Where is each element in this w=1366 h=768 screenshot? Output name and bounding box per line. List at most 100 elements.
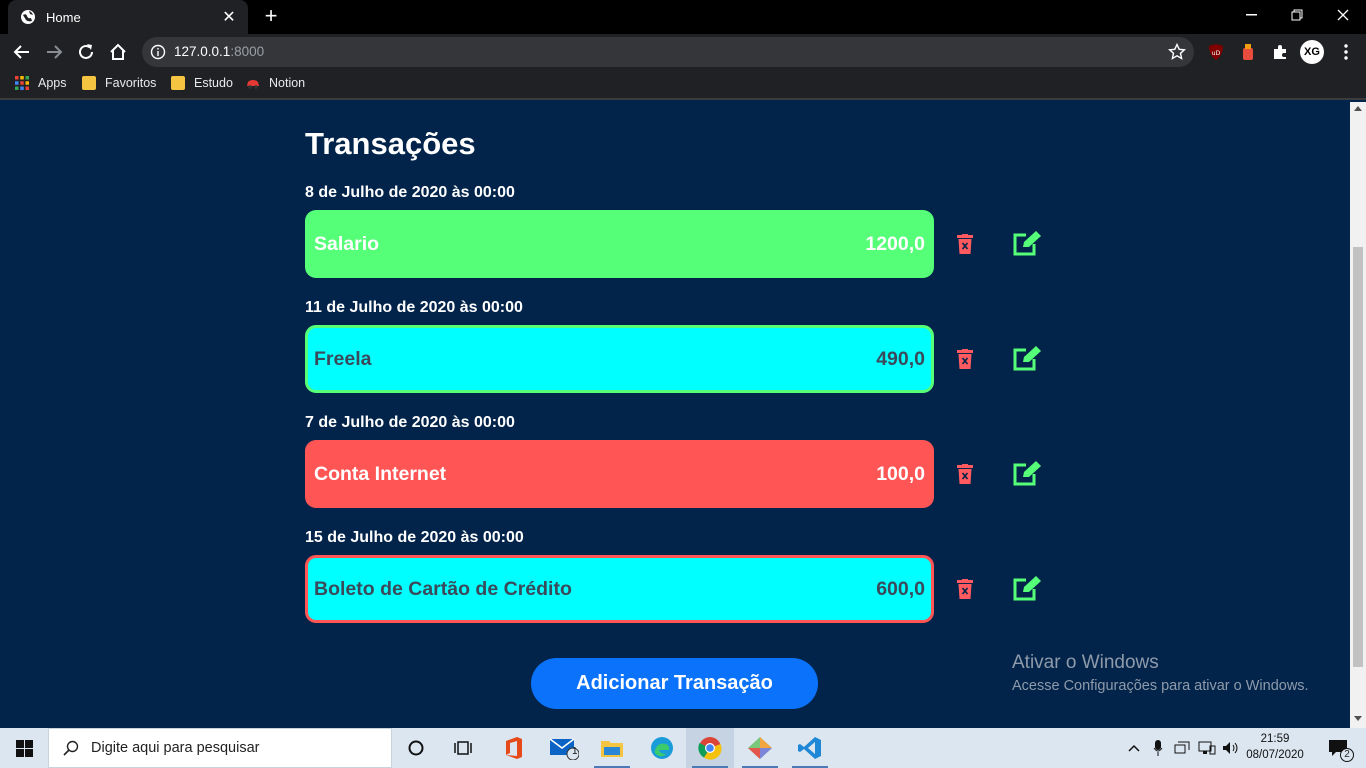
task-view-button[interactable] [440,728,488,768]
edit-button[interactable] [1012,459,1042,489]
edit-icon [1013,346,1041,371]
mail-badge: 1 [572,746,578,757]
tab-close-icon[interactable]: ✕ [220,7,238,27]
watermark-title: Ativar o Windows [1012,652,1159,673]
microphone-icon[interactable] [1148,728,1168,768]
volume-icon[interactable] [1220,728,1242,768]
bookmark-apps[interactable]: Apps [15,76,67,90]
minimize-icon [1245,14,1257,16]
page-scrollbar[interactable] [1350,102,1366,728]
transaction-card[interactable]: Freela 490,0 [305,325,934,393]
windows-logo-icon [15,739,33,757]
transaction-date: 7 de Julho de 2020 às 00:00 [305,414,515,431]
transaction-date: 8 de Julho de 2020 às 00:00 [305,184,515,201]
transaction-name: Salario [314,232,380,255]
home-icon [110,43,126,60]
apps-grid-icon [15,76,29,90]
transaction-name: Boleto de Cartão de Crédito [314,577,572,600]
pen-workspace-icon[interactable] [1172,728,1192,768]
delete-button[interactable] [950,344,980,374]
delete-button[interactable] [950,574,980,604]
tray-expand-icon[interactable] [1124,728,1144,768]
windows-activation-watermark: Ativar o Windows Acesse Configurações pa… [1012,652,1309,694]
transaction-value: 1200,0 [865,232,925,255]
office-icon [506,737,522,759]
cortana-button[interactable] [392,728,440,768]
bookmark-estudo[interactable]: Estudo [171,76,233,90]
bookmark-favoritos[interactable]: Favoritos [82,76,156,90]
arrow-right-icon [47,45,63,59]
delete-button[interactable] [950,229,980,259]
bookmark-star-icon[interactable] [1168,43,1186,61]
notifications-button[interactable]: 2 [1318,728,1358,768]
puzzle-extensions-icon[interactable] [1270,42,1290,62]
chrome-icon [698,737,722,760]
add-transaction-button[interactable]: Adicionar Transação [531,658,818,709]
ublock-extension-icon[interactable]: uD [1206,42,1226,62]
trash-icon [957,464,973,484]
bookmark-label: Apps [38,76,67,90]
bookmark-notion[interactable]: Notion [246,76,305,90]
edit-button[interactable] [1012,229,1042,259]
task-view-icon [454,741,472,755]
menu-kebab-icon[interactable] [1336,42,1356,62]
svg-text:uD: uD [1212,50,1221,57]
start-button[interactable] [0,728,48,768]
transaction-value: 600,0 [876,577,925,600]
reload-button[interactable] [72,38,100,66]
office-app[interactable] [490,728,538,768]
search-icon [63,740,79,756]
edit-button[interactable] [1012,344,1042,374]
minimize-button[interactable] [1228,0,1274,30]
home-button[interactable] [104,38,132,66]
bookmark-label: Favoritos [105,76,157,90]
notifications-count: 2 [1340,748,1354,762]
extension-icon[interactable] [1238,42,1258,62]
back-button[interactable] [8,38,36,66]
bookmark-label: Notion [269,76,306,90]
scrollbar-thumb[interactable] [1353,247,1363,667]
cortana-circle-icon [408,740,424,756]
vscode-app[interactable] [786,728,834,768]
mail-app[interactable]: 1 [540,728,588,768]
kite-app[interactable] [736,728,784,768]
transaction-name: Conta Internet [314,462,447,485]
transaction-card[interactable]: Boleto de Cartão de Crédito 600,0 [305,555,934,623]
edit-button[interactable] [1012,574,1042,604]
taskbar-search[interactable]: Digite aqui para pesquisar [48,728,392,768]
clock-time: 21:59 [1260,733,1290,745]
close-icon [1337,9,1349,21]
chrome-app[interactable] [686,728,734,768]
network-icon[interactable] [1196,728,1218,768]
address-bar[interactable]: 127.0.0.1:8000 [142,37,1194,67]
transaction-date: 11 de Julho de 2020 às 00:00 [305,299,523,316]
new-tab-button[interactable]: + [258,4,284,30]
globe-icon [21,10,35,24]
watermark-subtitle: Acesse Configurações para ativar o Windo… [1012,678,1309,694]
transaction-value: 490,0 [876,347,925,370]
edge-app[interactable] [638,728,686,768]
transaction-card[interactable]: Conta Internet 100,0 [305,440,934,508]
taskbar-clock[interactable]: 21:59 08/07/2020 [1242,731,1308,763]
forward-button[interactable] [40,38,68,66]
edge-icon [651,737,673,759]
file-explorer-app[interactable] [588,728,636,768]
edit-icon [1013,576,1041,601]
search-placeholder: Digite aqui para pesquisar [91,740,260,756]
transaction-card[interactable]: Salario 1200,0 [305,210,934,278]
folder-explorer-icon [601,741,623,757]
delete-button[interactable] [950,459,980,489]
restore-button[interactable] [1274,0,1320,30]
bookmark-label: Estudo [194,76,233,90]
url-text: 127.0.0.1:8000 [174,44,265,59]
tab-title: Home [46,9,81,25]
trash-icon [957,234,973,254]
scroll-up-icon[interactable] [1354,106,1362,111]
profile-avatar[interactable]: XG [1300,40,1324,64]
page-title: Transações [305,126,476,161]
info-icon[interactable] [150,44,166,60]
close-window-button[interactable] [1320,0,1366,30]
trash-icon [957,349,973,369]
scroll-down-icon[interactable] [1354,716,1362,721]
browser-tab[interactable]: Home ✕ [8,0,248,34]
